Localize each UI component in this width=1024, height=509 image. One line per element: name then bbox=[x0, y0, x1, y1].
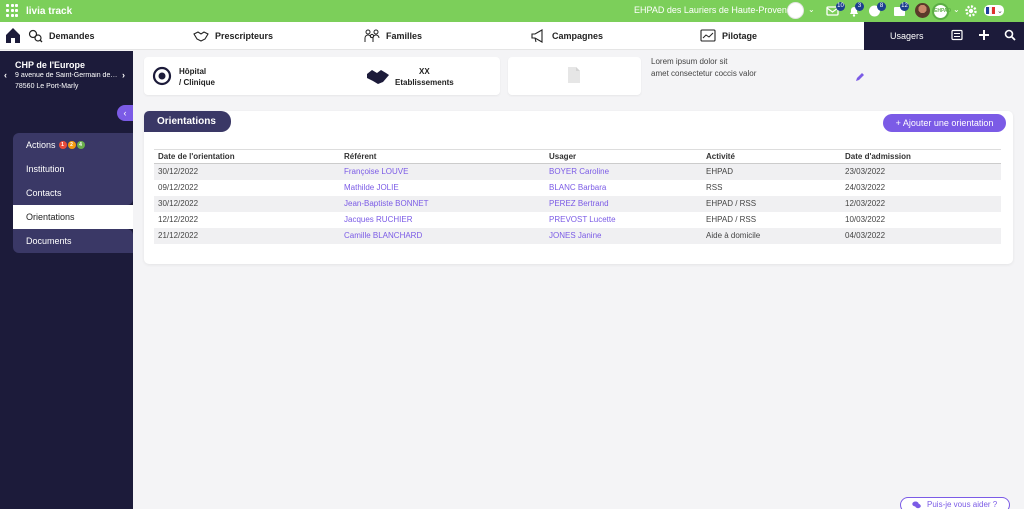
referent-link[interactable]: Mathilde JOLIE bbox=[340, 180, 545, 196]
megaphone-icon bbox=[531, 29, 543, 43]
referent-link[interactable]: Camille BLANCHARD bbox=[340, 227, 545, 244]
usager-link[interactable]: BOYER Caroline bbox=[545, 163, 702, 180]
site-name[interactable]: EHPAD des Lauriers de Haute-Provence bbox=[634, 5, 796, 15]
column-header[interactable]: Date d'admission bbox=[841, 149, 1001, 164]
help-button[interactable]: Puis-je vous aider ? bbox=[900, 497, 1010, 509]
institution-address: 9 avenue de Saint-Germain des Près bbox=[15, 72, 118, 79]
table-row[interactable]: 21/12/2022 Camille BLANCHARD JONES Janin… bbox=[154, 227, 1001, 244]
sidebar: ‹ CHP de l'Europe 9 avenue de Saint-Germ… bbox=[0, 51, 133, 509]
gear-icon[interactable] bbox=[964, 4, 978, 18]
target-icon bbox=[152, 66, 172, 86]
referent-link[interactable]: Jacques RUCHIER bbox=[340, 212, 545, 228]
sidebar-item-institution[interactable]: Institution bbox=[13, 157, 133, 181]
usager-link[interactable]: BLANC Barbara bbox=[545, 180, 702, 196]
chart-icon bbox=[700, 29, 716, 42]
orientations-table: Date de l'orientation Référent Usager Ac… bbox=[154, 149, 1001, 244]
usager-link[interactable]: PREVOST Lucette bbox=[545, 212, 702, 228]
nav-usagers[interactable]: Usagers bbox=[890, 31, 924, 41]
count-badge: 1 bbox=[58, 141, 67, 149]
mail-badge: 10 bbox=[836, 2, 845, 11]
document-card[interactable] bbox=[508, 57, 641, 95]
sidebar-item-actions[interactable]: Actions 1 2 4 bbox=[13, 133, 133, 157]
table-row[interactable]: 30/12/2022 Jean-Baptiste BONNET PEREZ Be… bbox=[154, 195, 1001, 212]
institution-type: Hôpital / Clinique bbox=[179, 67, 215, 87]
institution-info-card: Hôpital / Clinique XX Etablissements bbox=[144, 57, 500, 95]
referent-link[interactable]: Jean-Baptiste BONNET bbox=[340, 195, 545, 212]
apps-grid-icon[interactable] bbox=[6, 4, 20, 18]
language-flag-icon[interactable]: ⌄ bbox=[984, 5, 1004, 16]
edit-icon[interactable] bbox=[855, 72, 865, 82]
structure-avatar[interactable]: EHPAD bbox=[932, 3, 951, 20]
sidebar-item-contacts[interactable]: Contacts bbox=[13, 181, 133, 205]
add-orientation-button[interactable]: + Ajouter une orientation bbox=[883, 114, 1006, 132]
bell-badge: 3 bbox=[855, 2, 864, 11]
chevron-down-icon[interactable]: ⌄ bbox=[808, 5, 815, 14]
sidebar-item-documents[interactable]: Documents bbox=[13, 229, 133, 253]
usager-link[interactable]: PEREZ Bertrand bbox=[545, 195, 702, 212]
site-logo bbox=[787, 2, 804, 19]
chevron-right-icon[interactable]: › bbox=[122, 70, 125, 80]
brand-logo: livia track bbox=[26, 5, 73, 17]
column-header[interactable]: Référent bbox=[340, 149, 545, 164]
chevron-left-icon[interactable]: ‹ bbox=[4, 70, 7, 80]
column-header[interactable]: Date de l'orientation bbox=[154, 149, 340, 164]
nav-right-panel: Usagers bbox=[864, 22, 1024, 50]
establishments-count: XX Etablissements bbox=[395, 67, 454, 87]
collapse-sidebar-button[interactable]: ‹ bbox=[117, 105, 133, 121]
handshake-icon bbox=[367, 70, 389, 84]
chat-icon bbox=[912, 501, 921, 509]
table-row[interactable]: 09/12/2022 Mathilde JOLIE BLANC Barbara … bbox=[154, 180, 1001, 196]
sidebar-menu: Actions 1 2 4 Institution Contacts Orien… bbox=[13, 133, 133, 253]
document-icon bbox=[568, 67, 580, 83]
institution-name: CHP de l'Europe bbox=[15, 60, 85, 70]
search-users-icon bbox=[28, 29, 43, 43]
column-header[interactable]: Usager bbox=[545, 149, 702, 164]
nav-prescripteurs[interactable]: Prescripteurs bbox=[193, 22, 273, 50]
nav-demandes[interactable]: Demandes bbox=[27, 22, 95, 50]
institution-city: 78560 Le Port-Marly bbox=[15, 83, 79, 90]
list-icon[interactable] bbox=[951, 29, 963, 41]
nav-pilotage[interactable]: Pilotage bbox=[700, 22, 757, 50]
family-icon bbox=[364, 29, 380, 42]
table-row[interactable]: 12/12/2022 Jacques RUCHIER PREVOST Lucet… bbox=[154, 212, 1001, 228]
panel-title: Orientations bbox=[144, 111, 231, 132]
action-counts: 1 2 4 bbox=[58, 141, 85, 149]
count-badge: 4 bbox=[76, 141, 85, 149]
orientations-panel: Orientations + Ajouter une orientation D… bbox=[144, 111, 1013, 264]
sidebar-item-orientations[interactable]: Orientations bbox=[13, 205, 133, 229]
usager-link[interactable]: JONES Janine bbox=[545, 227, 702, 244]
nav-familles[interactable]: Familles bbox=[364, 22, 422, 50]
column-header[interactable]: Activité bbox=[702, 149, 841, 164]
handshake-icon bbox=[193, 31, 209, 42]
referent-link[interactable]: Françoise LOUVE bbox=[340, 163, 545, 180]
nav-campagnes[interactable]: Campagnes bbox=[530, 22, 603, 50]
user-avatar[interactable] bbox=[915, 3, 930, 18]
main-nav: Demandes Prescripteurs Familles Campagne… bbox=[0, 22, 1024, 50]
table-header: Date de l'orientation Référent Usager Ac… bbox=[154, 149, 1001, 164]
institution-description: Lorem ipsum dolor sit amet consectetur c… bbox=[651, 57, 757, 78]
table-row[interactable]: 30/12/2022 Françoise LOUVE BOYER Carolin… bbox=[154, 163, 1001, 180]
plus-icon[interactable] bbox=[978, 29, 990, 41]
home-icon[interactable] bbox=[5, 27, 21, 44]
info-badge: 8 bbox=[877, 2, 886, 11]
top-bar: livia track EHPAD des Lauriers de Haute-… bbox=[0, 0, 1024, 22]
search-icon[interactable] bbox=[1004, 29, 1016, 41]
calendar-badge: 12 bbox=[900, 2, 909, 11]
count-badge: 2 bbox=[67, 141, 76, 149]
chevron-down-icon[interactable]: ⌄ bbox=[953, 5, 960, 14]
